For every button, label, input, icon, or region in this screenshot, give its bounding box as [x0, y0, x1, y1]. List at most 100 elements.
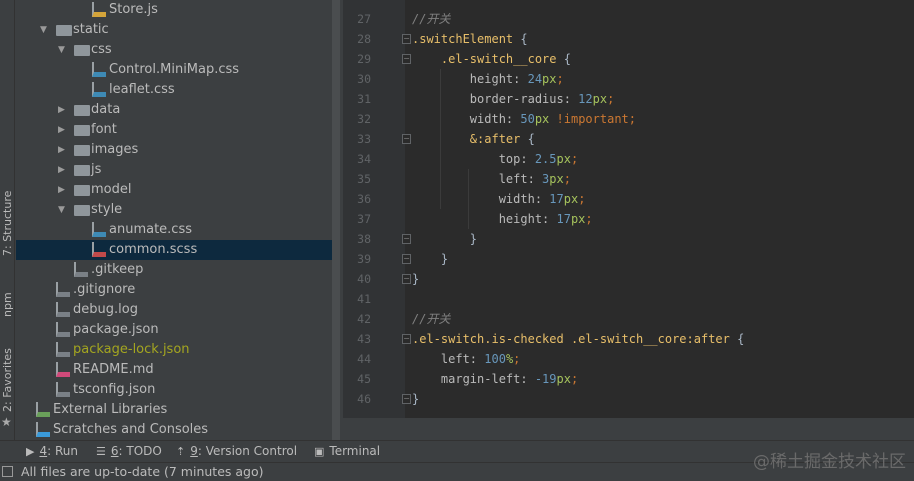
folder-icon [74, 185, 90, 196]
code-token: .switchElement [412, 32, 521, 46]
code-token: ; [578, 192, 586, 206]
tree-item[interactable]: ▶ font [16, 120, 332, 140]
code-token: { [563, 52, 571, 66]
code-line: } [412, 389, 419, 409]
expand-arrow-open-icon[interactable]: ▼ [58, 40, 68, 60]
tree-item[interactable]: Scratches and Consoles [16, 420, 332, 440]
terminal-icon: ▣ [314, 444, 325, 458]
tree-item[interactable]: ▶ model [16, 180, 332, 200]
tree-item[interactable]: common.scss [16, 240, 332, 260]
tree-item[interactable]: Control.MiniMap.css [16, 60, 332, 80]
tree-item[interactable]: .gitignore [16, 280, 332, 300]
tree-item-label: style [91, 202, 123, 217]
json-file-icon [56, 342, 70, 357]
code-token: px [534, 112, 557, 126]
tree-item[interactable]: debug.log [16, 300, 332, 320]
tab-shortcut-key: 6 [110, 444, 119, 458]
tree-item[interactable]: ▶ js [16, 160, 332, 180]
tab-favorites[interactable]: 2: Favorites [0, 345, 15, 415]
tree-item[interactable]: anumate.css [16, 220, 332, 240]
tree-item[interactable]: ▶ data [16, 100, 332, 120]
tree-item[interactable]: External Libraries [16, 400, 332, 420]
code-token: ; [570, 372, 579, 386]
fold-marker-icon[interactable]: − [402, 254, 411, 264]
expand-arrow-closed-icon[interactable]: ▶ [58, 160, 68, 180]
tab-label: : Version Control [197, 444, 298, 458]
sass-file-icon [92, 242, 106, 257]
css-file-icon [92, 62, 106, 77]
editor-gutter: 27 28 29 30 31 32 33 34 35 36 37 38 39 40 41 42 43 44 45 46 [343, 0, 405, 418]
run-icon: ▶ [26, 444, 35, 458]
line-number: 46 [357, 392, 371, 406]
fold-marker-icon[interactable]: − [402, 394, 411, 404]
code-line: height: 24px; [412, 69, 564, 89]
expand-arrow-open-icon[interactable]: ▼ [58, 200, 68, 220]
project-scrollbar[interactable] [332, 0, 340, 440]
tree-item-label: .gitkeep [91, 262, 144, 277]
tree-item[interactable]: leaflet.css [16, 80, 332, 100]
tab-npm[interactable]: npm [0, 285, 15, 325]
fold-marker-icon[interactable]: − [402, 134, 411, 144]
tree-item-label: images [91, 142, 139, 157]
code-token: } [412, 272, 420, 286]
code-token: px [556, 372, 571, 386]
tab-structure[interactable]: 7: Structure [0, 188, 15, 258]
tree-item[interactable]: package.json [16, 320, 332, 340]
expand-arrow-closed-icon[interactable]: ▶ [58, 140, 68, 160]
indent-guide [440, 69, 441, 209]
code-token: { [737, 332, 745, 346]
code-line: } [412, 269, 419, 289]
tree-item[interactable]: ▶ images [16, 140, 332, 160]
tree-item[interactable]: ▼ css [16, 40, 332, 60]
tree-item[interactable]: ▼ style [16, 200, 332, 220]
md-file-icon [56, 362, 70, 377]
code-token: { [527, 132, 535, 146]
code-line: height: 17px; [412, 209, 593, 229]
left-tool-strip: 7: Structure npm 2: Favorites ★ [0, 0, 15, 440]
code-token: px [542, 72, 557, 86]
tree-item-label: .gitignore [73, 282, 136, 297]
code-token: px [592, 92, 608, 106]
tree-item[interactable]: ▼ static [16, 20, 332, 40]
expand-arrow-closed-icon[interactable]: ▶ [58, 180, 68, 200]
tree-item-label: static [73, 22, 109, 37]
code-token: width: [412, 192, 550, 206]
tab-label: : Run [47, 444, 78, 458]
tree-item-label: Control.MiniMap.css [109, 62, 240, 77]
status-toggle-icon[interactable] [2, 466, 13, 477]
code-line: //开关 [412, 309, 450, 329]
line-number: 44 [357, 352, 371, 366]
fold-marker-icon[interactable]: − [402, 274, 411, 284]
tree-item-label: css [91, 42, 112, 57]
fold-marker-icon[interactable]: − [402, 34, 411, 44]
expand-arrow-closed-icon[interactable]: ▶ [58, 120, 68, 140]
tree-item[interactable]: Store.js [16, 0, 332, 20]
tree-item-label: package-lock.json [73, 342, 190, 357]
expand-arrow-open-icon[interactable]: ▼ [40, 20, 50, 40]
code-token: //开关 [412, 12, 451, 26]
code-line: width: 50px !important; [412, 109, 636, 129]
fold-marker-icon[interactable]: − [402, 54, 411, 64]
code-token: px [556, 152, 571, 166]
project-tree: Store.js ▼ static ▼ css Control.MiniMap.css le… [16, 0, 342, 440]
tree-item[interactable]: .gitkeep [16, 260, 332, 280]
bottom-tab[interactable]: ☰ 6: TODO [96, 444, 162, 458]
fold-marker-icon[interactable]: − [402, 334, 411, 344]
code-token: 17 [549, 192, 564, 206]
bottom-tab[interactable]: ⇡ 9: Version Control [176, 444, 297, 458]
tree-item[interactable]: package-lock.json [16, 340, 332, 360]
tab-shortcut-key: 9 [190, 444, 198, 458]
line-number: 38 [357, 232, 371, 246]
expand-arrow-closed-icon[interactable]: ▶ [58, 100, 68, 120]
bottom-tab[interactable]: ▣ Terminal [314, 444, 380, 458]
line-number: 45 [357, 372, 371, 386]
fold-marker-icon[interactable]: − [402, 234, 411, 244]
code-line: } [412, 229, 477, 249]
code-editor[interactable]: 27 28 29 30 31 32 33 34 35 36 37 38 39 40 41 42 43 44 45 46… [343, 0, 914, 418]
line-number: 34 [357, 152, 371, 166]
bottom-tab[interactable]: ▶ 4: Run [26, 444, 78, 458]
tree-item[interactable]: tsconfig.json [16, 380, 332, 400]
code-line: .el-switch__core { [412, 49, 571, 69]
json-file-icon [56, 382, 70, 397]
tree-item[interactable]: README.md [16, 360, 332, 380]
